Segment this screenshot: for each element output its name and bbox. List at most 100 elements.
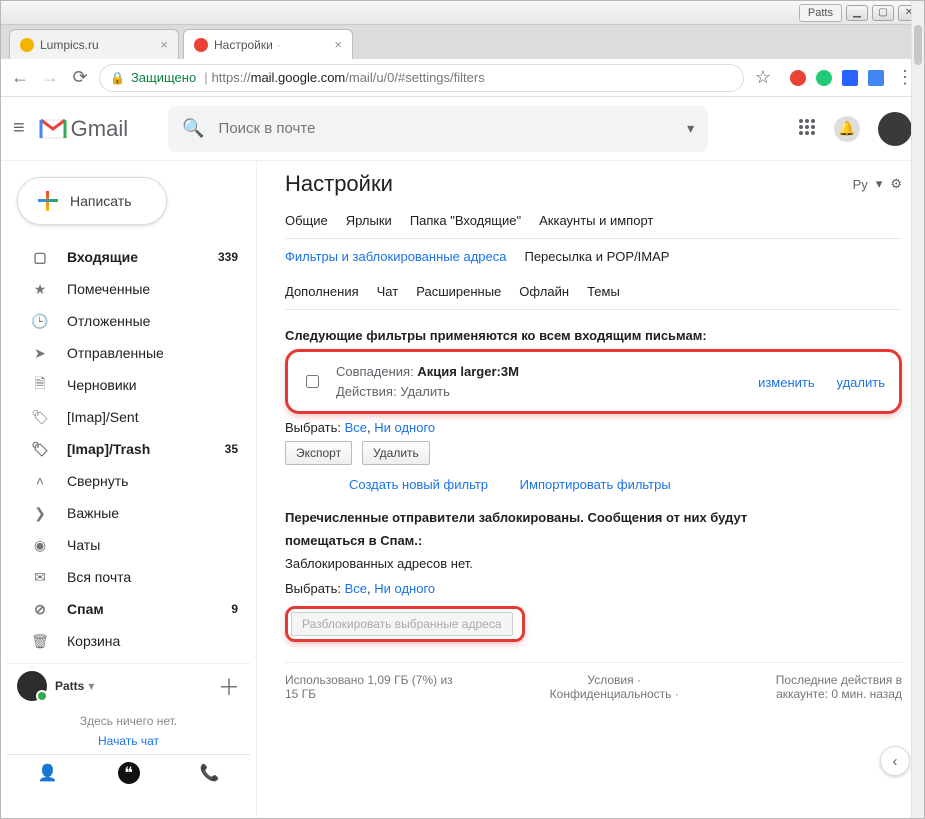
select-none-link[interactable]: Ни одного (374, 581, 435, 596)
chevron-down-icon[interactable]: ▾ (876, 176, 883, 192)
forward-icon[interactable]: → (39, 67, 61, 88)
gmail-logo[interactable]: Gmail (39, 116, 128, 142)
label: Помеченные (67, 281, 150, 297)
select-all-link[interactable]: Все (345, 420, 367, 435)
browser-tab-lumpics[interactable]: Lumpics.ru × (9, 29, 179, 59)
trash-icon: 🗑 (29, 633, 51, 650)
sidebar-item-inbox[interactable]: ▢ Входящие 339 (7, 241, 250, 273)
search-input[interactable] (217, 119, 688, 138)
sidebar-item-sent[interactable]: ➤ Отправленные (7, 337, 250, 369)
compose-button[interactable]: Написать (17, 177, 167, 225)
label: [Imap]/Trash (67, 441, 150, 457)
back-icon[interactable]: ← (9, 67, 31, 88)
sent-icon: ➤ (29, 345, 51, 362)
search-icon[interactable]: 🔍 (182, 118, 204, 139)
filter-description: Совпадения: Акция larger:3M Действия: Уд… (336, 362, 726, 401)
select-none-link[interactable]: Ни одного (374, 420, 435, 435)
download-icon[interactable] (842, 70, 858, 86)
gmail-header: ≡ Gmail 🔍 ▾ 🔔 (1, 97, 924, 161)
reload-icon[interactable]: ⟳ (69, 67, 91, 88)
create-filter-link[interactable]: Создать новый фильтр (349, 477, 488, 492)
avatar (17, 671, 47, 701)
new-chat-button[interactable]: ＋ (218, 670, 240, 702)
sidebar-item-chats[interactable]: ◉ Чаты (7, 529, 250, 561)
chat-icon: ◉ (29, 537, 51, 554)
mail-icon: ✉ (29, 569, 51, 586)
hangouts-tab[interactable]: ❝ (88, 755, 169, 790)
chevron-down-icon[interactable]: ▾ (687, 120, 694, 137)
settings-main: Настройки Ру ▾ ⚙ Общие Ярлыки Папка "Вхо… (257, 161, 924, 819)
tab-accounts[interactable]: Аккаунты и импорт (539, 213, 653, 228)
search-bar[interactable]: 🔍 ▾ (168, 106, 708, 152)
start-chat-link[interactable]: Начать чат (7, 734, 250, 748)
import-filters-link[interactable]: Импортировать фильтры (520, 477, 671, 492)
close-icon[interactable]: × (152, 37, 168, 52)
translate-icon[interactable] (868, 70, 884, 86)
tab-inbox[interactable]: Папка "Входящие" (410, 213, 521, 228)
apps-icon[interactable] (798, 118, 816, 139)
filter-checkbox[interactable] (306, 375, 319, 388)
sidebar-item-bin[interactable]: 🗑 Корзина (7, 625, 250, 657)
sidebar-item-starred[interactable]: ★ Помеченные (7, 273, 250, 305)
inbox-icon: ▢ (29, 249, 51, 266)
chevron-down-icon[interactable]: ▾ (88, 679, 94, 693)
close-icon[interactable]: × (326, 37, 342, 52)
privacy-link[interactable]: Конфиденциальность (550, 687, 672, 701)
tab-chat[interactable]: Чат (377, 284, 399, 299)
address-bar[interactable]: 🔒 Защищено | https://mail.google.com/mai… (99, 64, 744, 92)
filter-edit-link[interactable]: изменить (758, 375, 815, 390)
contacts-tab[interactable]: 👤 (7, 755, 88, 790)
clock-icon: 🕒 (29, 313, 51, 330)
filter-delete-link[interactable]: удалить (837, 375, 885, 390)
select-all-link[interactable]: Все (345, 581, 367, 596)
count: 9 (231, 602, 238, 616)
menu-icon[interactable]: ≡ (13, 117, 25, 140)
sidebar-item-important[interactable]: ❯ Важные (7, 497, 250, 529)
notifications-icon[interactable]: 🔔 (834, 116, 860, 142)
browser-tab-gmail-settings[interactable]: Настройки · × (183, 29, 353, 59)
unblock-button[interactable]: Разблокировать выбранные адреса (291, 612, 513, 636)
chat-self-row[interactable]: Patts ▾ ＋ (7, 664, 250, 708)
sidebar-item-drafts[interactable]: 🗎 Черновики (7, 369, 250, 401)
chat-empty-text: Здесь ничего нет. (7, 708, 250, 734)
tab-addons[interactable]: Дополнения (285, 284, 359, 299)
sidebar-item-snoozed[interactable]: 🕒 Отложенные (7, 305, 250, 337)
terms-link[interactable]: Условия (587, 673, 633, 687)
sidebar-item-spam[interactable]: ⊘ Спам 9 (7, 593, 250, 625)
tab-offline[interactable]: Офлайн (519, 284, 569, 299)
export-button[interactable]: Экспорт (285, 441, 352, 465)
tab-forwarding[interactable]: Пересылка и POP/IMAP (524, 249, 669, 264)
lang-label[interactable]: Ру (853, 177, 868, 192)
no-blocked-text: Заблокированных адресов нет. (285, 556, 902, 571)
side-panel-toggle-button[interactable]: ‹ (880, 746, 910, 776)
important-icon: ❯ (29, 505, 51, 522)
url-path: /mail/u/0/#settings/filters (345, 70, 484, 85)
highlighted-unblock-box: Разблокировать выбранные адреса (285, 606, 525, 642)
account-avatar[interactable] (878, 112, 912, 146)
window-scrollbar[interactable] (911, 1, 924, 818)
os-user-tab[interactable]: Patts (799, 4, 842, 22)
tab-filters[interactable]: Фильтры и заблокированные адреса (285, 249, 506, 264)
label: Вся почта (67, 569, 131, 585)
secure-label: Защищено (131, 70, 196, 85)
window-maximize-button[interactable]: ▢ (872, 5, 894, 21)
window-minimize-button[interactable]: ▁ (846, 5, 868, 21)
tab-labels[interactable]: Ярлыки (346, 213, 392, 228)
extension-icon[interactable] (816, 70, 832, 86)
tab-title: Настройки (214, 38, 273, 52)
phone-tab[interactable]: 📞 (169, 755, 250, 790)
star-icon[interactable]: ☆ (752, 67, 774, 88)
sidebar-item-imap-trash[interactable]: 🏷 [Imap]/Trash 35 (7, 433, 250, 465)
chat-footer-tabs: 👤 ❝ 📞 (7, 754, 250, 790)
tab-general[interactable]: Общие (285, 213, 328, 228)
tab-advanced[interactable]: Расширенные (416, 284, 501, 299)
sidebar-item-collapse[interactable]: ˄ Свернуть (7, 465, 250, 497)
tab-themes[interactable]: Темы (587, 284, 620, 299)
sidebar-item-allmail[interactable]: ✉ Вся почта (7, 561, 250, 593)
sidebar-item-imap-sent[interactable]: 🏷 [Imap]/Sent (7, 401, 250, 433)
extension-icon[interactable] (790, 70, 806, 86)
delete-button[interactable]: Удалить (362, 441, 430, 465)
sidebar: Написать ▢ Входящие 339 ★ Помеченные 🕒 О… (1, 161, 257, 819)
gear-icon[interactable]: ⚙ (890, 176, 902, 192)
settings-tabs-row3: Дополнения Чат Расширенные Офлайн Темы (285, 274, 902, 310)
